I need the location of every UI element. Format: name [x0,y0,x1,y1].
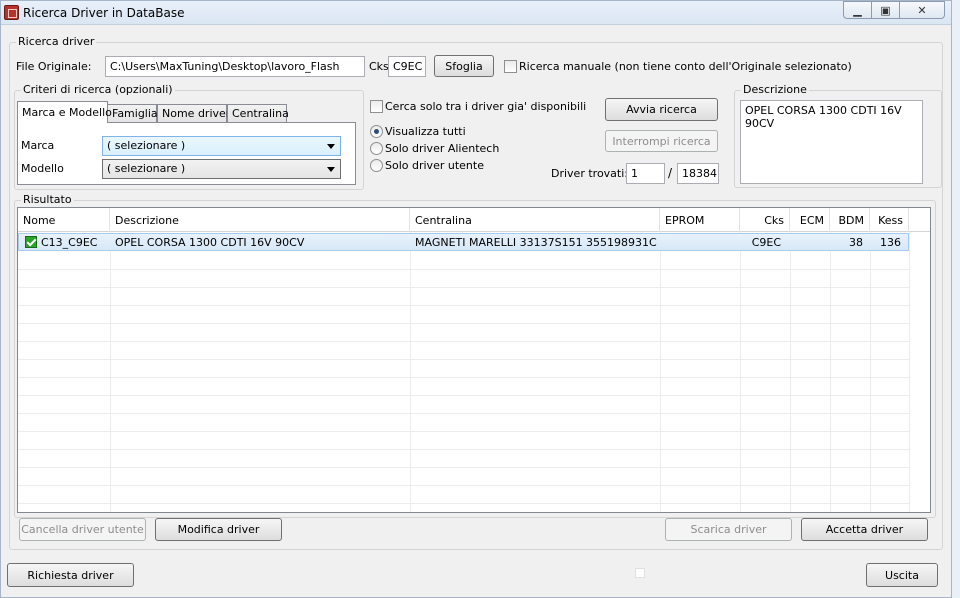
cell-bdm: 38 [849,236,863,249]
row-divider [18,341,909,342]
modello-label: Modello [21,162,64,175]
column-header-centralina[interactable]: Centralina [410,208,660,232]
column-header-kess[interactable]: Kess [870,208,909,232]
column-divider [740,232,741,512]
modello-dropdown[interactable]: ( selezionare ) [102,159,341,179]
drivers-total-field: 18384 [677,163,719,184]
column-divider [790,232,791,512]
tab-nome-driver[interactable]: Nome driver [157,104,230,123]
row-divider [18,431,909,432]
row-divider [18,485,909,486]
radio-show-all[interactable] [370,125,383,138]
manual-search-checkbox[interactable] [504,60,517,73]
browse-button[interactable]: Sfoglia [434,55,494,77]
drivers-found-label: Driver trovati: [551,167,628,180]
chevron-down-icon [327,144,335,149]
edit-driver-button[interactable]: Modifica driver [155,518,282,541]
row-divider [18,395,909,396]
result-legend: Risultato [21,193,74,206]
column-divider [410,232,411,512]
dialog-window: Ricerca Driver in DataBase ▁ ▣ ✕ Ricerca… [0,0,952,598]
search-driver-legend: Ricerca driver [16,35,97,48]
radio-user-only-label: Solo driver utente [385,159,484,172]
column-divider [830,232,831,512]
marca-label: Marca [21,139,55,152]
marca-modello-panel: Marca ( selezionare ) Modello ( selezion… [17,122,356,185]
request-driver-button[interactable]: Richiesta driver [7,563,134,587]
row-divider [18,359,909,360]
radio-alientech-only-label: Solo driver Alientech [385,142,500,155]
close-icon: ✕ [917,3,927,17]
cell-descrizione: OPEL CORSA 1300 CDTI 16V 90CV [115,236,305,249]
table-row[interactable]: C13_C9EC OPEL CORSA 1300 CDTI 16V 90CV M… [18,233,909,251]
radio-alientech-only[interactable] [370,142,383,155]
row-divider [18,287,909,288]
tab-famiglia[interactable]: Famiglia [107,104,158,123]
column-divider [110,232,111,512]
file-original-label: File Originale: [16,60,92,73]
restore-icon: ▣ [880,3,891,17]
window-controls: ▁ ▣ ✕ [843,1,945,19]
delete-user-driver-button: Cancella driver utente [19,518,146,541]
minimize-icon: ▁ [853,3,862,17]
app-icon [4,5,19,20]
tab-marca-modello[interactable]: Marca e Modello [17,101,112,123]
drivers-found-separator: / [668,166,673,180]
row-divider [18,449,909,450]
description-field: OPEL CORSA 1300 CDTI 16V 90CV [740,100,923,184]
column-header-eprom[interactable]: EPROM [660,208,740,232]
cell-nome: C13_C9EC [41,236,98,249]
row-divider [18,467,909,468]
chevron-down-icon [327,167,335,172]
file-original-field[interactable]: C:\Users\MaxTuning\Desktop\lavoro_Flash [105,56,365,77]
only-available-checkbox[interactable] [370,100,383,113]
checkmark-icon [25,236,37,248]
tab-centralina[interactable]: Centralina [227,104,289,123]
cell-centralina: MAGNETI MARELLI 33137S151 355198931C [415,236,657,249]
cell-kess: 136 [880,236,901,249]
row-divider [18,413,909,414]
only-available-label: Cerca solo tra i driver gia' disponibili [385,100,587,113]
modello-value: ( selezionare ) [107,162,186,175]
row-divider [18,503,909,504]
close-button[interactable]: ✕ [899,1,945,19]
radio-show-all-label: Visualizza tutti [385,125,466,138]
column-divider [660,232,661,512]
column-header-cks[interactable]: Cks [740,208,790,232]
accept-driver-button[interactable]: Accetta driver [801,518,928,541]
exit-button[interactable]: Uscita [866,563,938,587]
column-header-ecm[interactable]: ECM [790,208,830,232]
download-driver-button: Scarica driver [665,518,792,541]
row-divider [18,269,909,270]
window-title: Ricerca Driver in DataBase [23,6,185,20]
results-table-header: Nome Descrizione Centralina EPROM Cks EC… [18,208,930,232]
description-legend: Descrizione [741,83,809,96]
start-search-button[interactable]: Avvia ricerca [605,98,718,121]
manual-search-label: Ricerca manuale (non tiene conto dell'Or… [519,60,852,73]
status-indicator [635,568,645,578]
column-header-bdm[interactable]: BDM [830,208,870,232]
row-divider [18,305,909,306]
radio-user-only[interactable] [370,159,383,172]
criteria-legend: Criteri di ricerca (opzionali) [21,83,175,96]
column-header-nome[interactable]: Nome [18,208,110,232]
stop-search-button: Interrompi ricerca [605,130,718,152]
marca-dropdown[interactable]: ( selezionare ) [102,136,341,156]
minimize-button[interactable]: ▁ [843,1,871,19]
column-divider [870,232,871,512]
cell-cks: C9EC [751,236,781,249]
maximize-button[interactable]: ▣ [871,1,899,19]
cks-field[interactable]: C9EC [388,56,426,77]
row-divider [18,377,909,378]
column-divider [909,232,910,512]
drivers-found-field: 1 [626,163,665,184]
column-header-descrizione[interactable]: Descrizione [110,208,410,232]
cks-label: Cks [369,60,389,73]
title-bar[interactable]: Ricerca Driver in DataBase ▁ ▣ ✕ [1,1,951,25]
results-table[interactable]: Nome Descrizione Centralina EPROM Cks EC… [17,207,931,513]
marca-value: ( selezionare ) [107,139,186,152]
row-divider [18,323,909,324]
